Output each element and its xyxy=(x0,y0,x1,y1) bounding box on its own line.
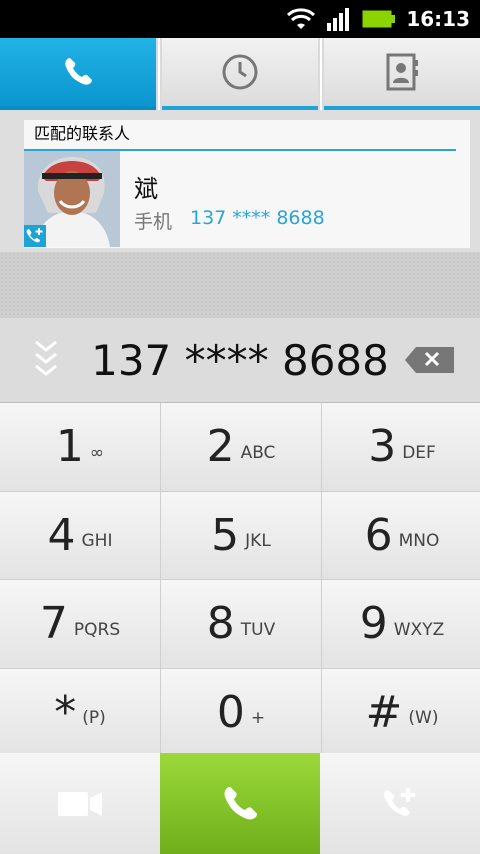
key-9[interactable]: 9 WXYZ xyxy=(322,580,480,668)
phone-plus-badge-icon xyxy=(24,225,46,247)
key-letters: GHI xyxy=(81,531,113,552)
key-digit: 8 xyxy=(206,598,235,650)
key-digit: 5 xyxy=(211,509,240,561)
video-camera-icon xyxy=(58,791,102,816)
key-digit: 3 xyxy=(368,421,397,473)
key-4[interactable]: 4 GHI xyxy=(0,491,160,579)
key-digit: 6 xyxy=(364,509,393,561)
key-3[interactable]: 3 DEF xyxy=(322,403,480,491)
phone-icon xyxy=(224,786,258,819)
key-letters: (P) xyxy=(82,708,106,729)
key-digit: 7 xyxy=(39,598,68,650)
key-digit: 2 xyxy=(206,421,235,473)
key-digit: 4 xyxy=(47,509,76,561)
key-letters: ABC xyxy=(240,442,276,463)
key-letters: WXYZ xyxy=(393,619,445,640)
phone-icon xyxy=(65,58,92,85)
key-digit: * xyxy=(54,686,77,738)
battery-icon xyxy=(362,10,396,28)
tab-recents[interactable] xyxy=(162,38,318,110)
key-letters: DEF xyxy=(402,442,436,463)
call-button[interactable] xyxy=(160,753,320,854)
key-letters: MNO xyxy=(398,531,440,552)
pattern-background xyxy=(0,252,480,318)
key-6[interactable]: 6 MNO xyxy=(322,491,480,579)
key-digit: # xyxy=(365,686,403,738)
avatar xyxy=(24,151,120,247)
key-digit: 1 xyxy=(55,421,84,473)
contact-row[interactable]: 斌 手机 137 **** 8688 xyxy=(24,151,470,247)
video-call-button[interactable] xyxy=(0,753,160,854)
add-call-button[interactable] xyxy=(320,753,480,854)
key-letters: JKL xyxy=(245,531,271,552)
tab-bar xyxy=(0,38,480,110)
key-7[interactable]: 7 PQRS xyxy=(0,580,160,668)
key-1[interactable]: 1 ∞ xyxy=(0,403,160,491)
action-bar xyxy=(0,753,480,854)
key-hash[interactable]: # (W) xyxy=(322,668,480,756)
contacts-book-icon xyxy=(386,53,418,91)
key-star[interactable]: * (P) xyxy=(0,668,160,756)
matched-header: 匹配的联系人 xyxy=(34,124,131,143)
keypad: 1 ∞ 2 ABC 3 DEF 4 GHI 5 JKL 6 MNO 7 PQRS 8 TUV 9 WXYZ * (P)… xyxy=(0,403,480,756)
key-letters: ∞ xyxy=(89,442,105,463)
signal-icon xyxy=(327,8,350,31)
key-8[interactable]: 8 TUV xyxy=(161,580,321,668)
key-letters: PQRS xyxy=(73,619,121,640)
key-letters: + xyxy=(250,708,266,729)
contact-phone-type: 手机 xyxy=(134,211,173,233)
key-letters: TUV xyxy=(240,619,276,640)
key-digit: 0 xyxy=(216,686,245,738)
key-digit: 9 xyxy=(359,598,388,650)
tab-contacts[interactable] xyxy=(324,38,480,110)
tab-separator xyxy=(158,38,160,110)
key-2[interactable]: 2 ABC xyxy=(161,403,321,491)
wifi-icon xyxy=(287,8,316,29)
key-0[interactable]: 0 + xyxy=(161,668,321,756)
key-letters: (W) xyxy=(408,708,439,729)
tab-separator xyxy=(320,38,322,110)
number-display: 137 **** 8688 xyxy=(0,318,480,403)
key-5[interactable]: 5 JKL xyxy=(161,491,321,579)
status-time: 16:13 xyxy=(406,7,470,31)
contact-name: 斌 xyxy=(134,175,158,203)
tab-dialer[interactable] xyxy=(0,38,156,110)
phone-plus-icon xyxy=(384,787,415,816)
backspace-icon[interactable] xyxy=(404,345,456,375)
clock-icon xyxy=(222,54,258,90)
status-bar: 16:13 xyxy=(0,0,480,38)
status-icons: 16:13 xyxy=(286,0,470,38)
contact-phone-number: 137 **** 8688 xyxy=(190,207,325,229)
